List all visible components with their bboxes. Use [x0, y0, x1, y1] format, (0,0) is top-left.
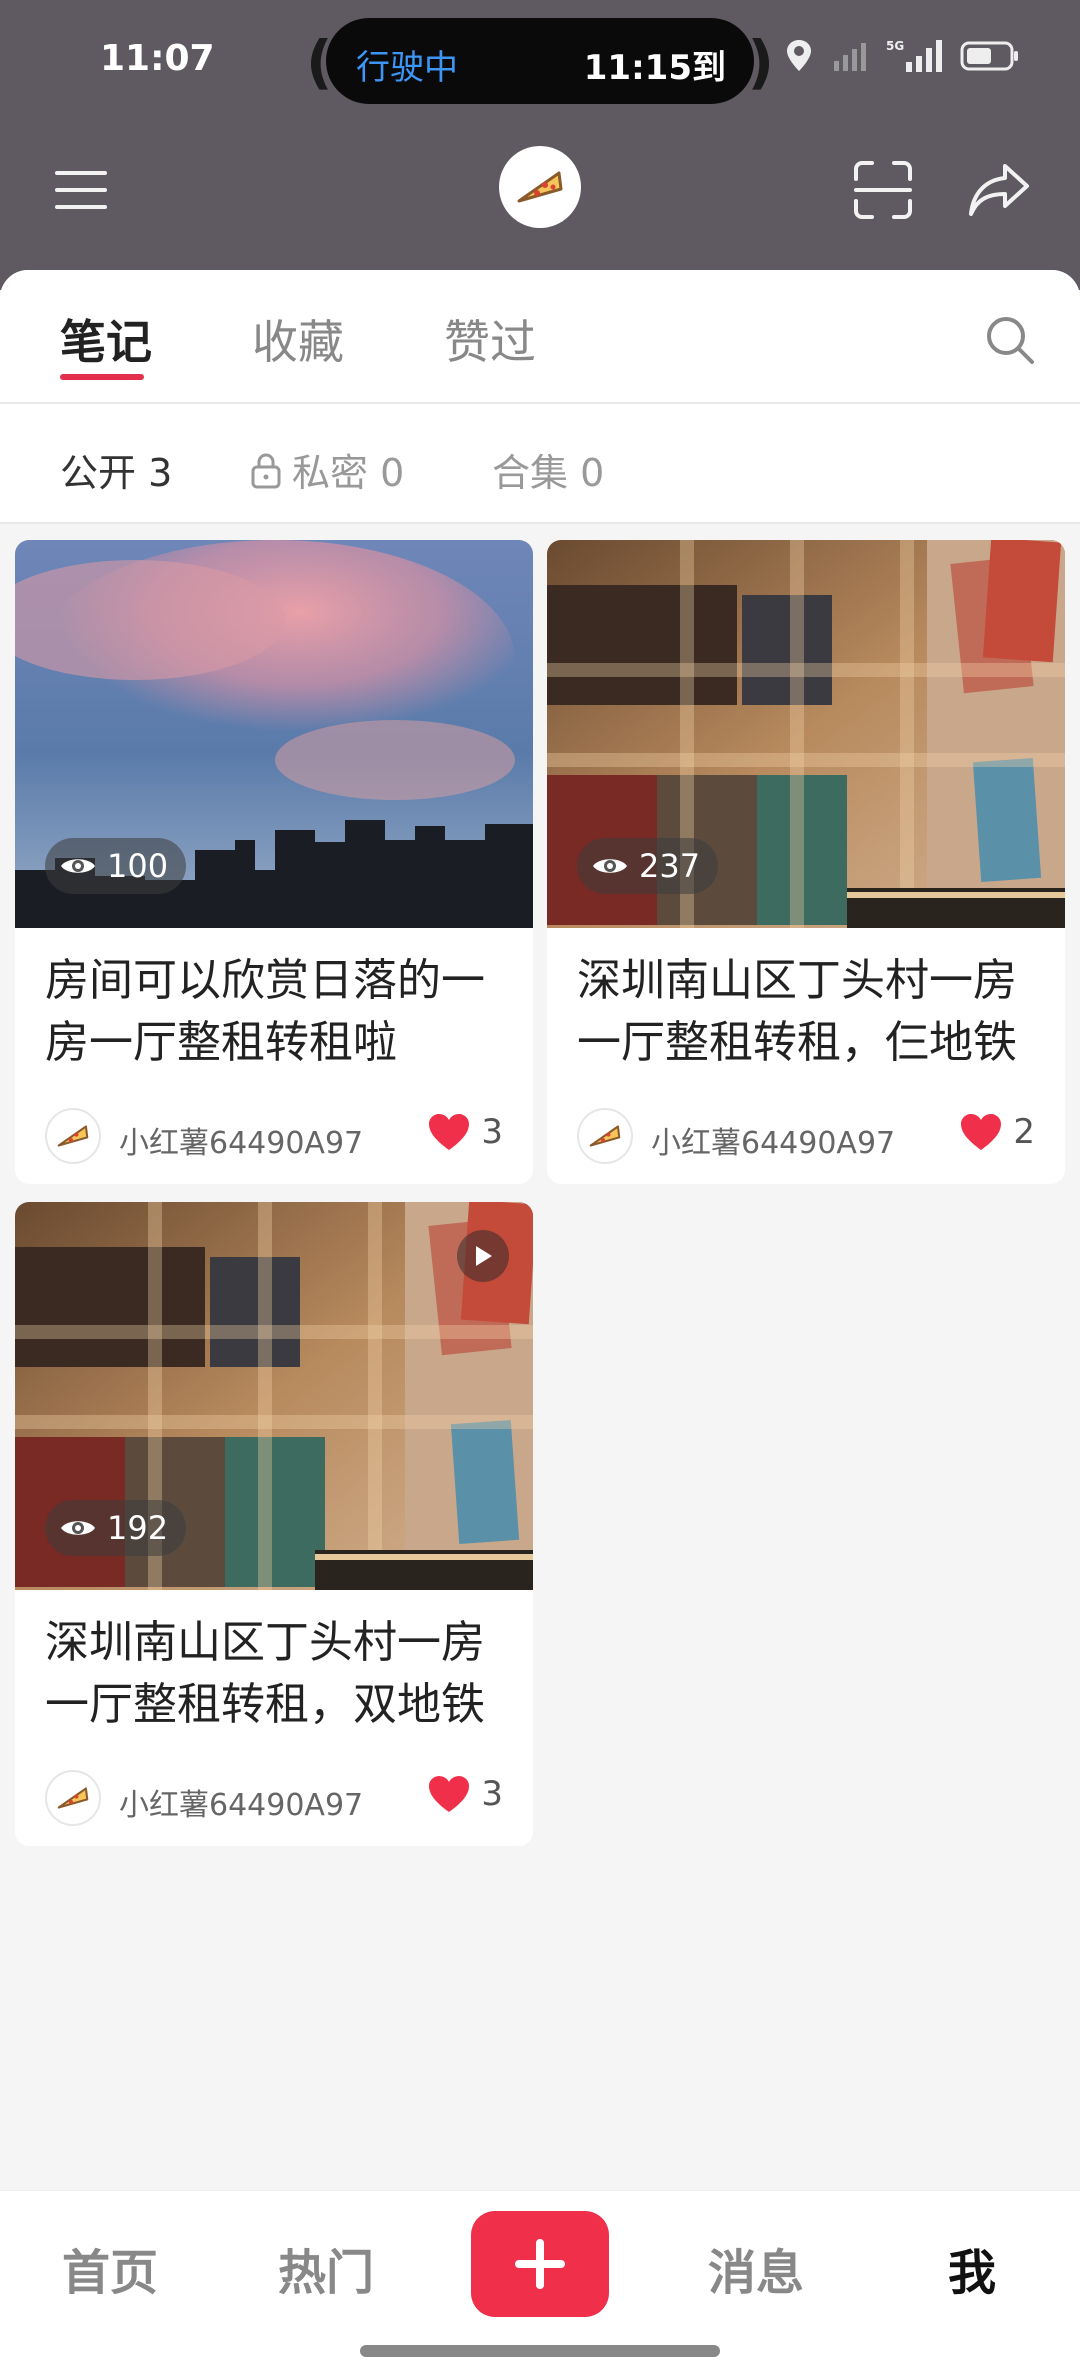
signal-5g-icon: 5G	[886, 39, 942, 72]
nav-messages[interactable]: 消息	[708, 2233, 804, 2303]
island-pill: 行驶中 11:15到	[326, 18, 754, 104]
note-title[interactable]: 房间可以欣赏日落的一房一厅整租转租啦	[15, 928, 533, 1088]
note-meta: 小红薯64490A97 3	[15, 1088, 533, 1184]
nav-me[interactable]: 我	[948, 2233, 996, 2303]
menu-button[interactable]	[36, 145, 126, 235]
note-title[interactable]: 深圳南山区丁头村一房一厅整租转租，仨地铁	[547, 928, 1065, 1088]
bottom-nav: 首页 热门 消息 我	[0, 2190, 1080, 2374]
note-cover-image: 237	[547, 540, 1065, 928]
battery-icon	[960, 41, 1018, 71]
visibility-filter: 公开 3 私密 0 合集 0	[0, 404, 1080, 524]
island-right-bracket: )	[747, 28, 774, 96]
plus-icon	[515, 2239, 565, 2289]
view-count-badge: 237	[577, 838, 719, 894]
author-avatar[interactable]	[45, 1108, 101, 1164]
status-time: 11:07	[100, 38, 215, 79]
filter-private-label: 私密 0	[292, 451, 405, 495]
create-post-button[interactable]	[471, 2211, 609, 2317]
like-count: 3	[481, 1112, 503, 1152]
pizza-slice-icon	[57, 1787, 89, 1809]
lock-icon	[251, 453, 281, 488]
tab-collections[interactable]: 收藏	[252, 306, 344, 372]
eye-icon	[61, 1521, 95, 1535]
note-meta: 小红薯64490A97 2	[547, 1088, 1065, 1184]
filter-private[interactable]: 私密 0	[250, 442, 404, 497]
author-name[interactable]: 小红薯64490A97	[119, 1780, 363, 1824]
heart-icon	[961, 1114, 1002, 1150]
profile-avatar[interactable]	[499, 146, 581, 228]
nav-status-text: 行驶中	[356, 48, 458, 88]
dynamic-island[interactable]: ( 行驶中 11:15到 )	[306, 14, 774, 108]
like-count: 2	[1013, 1112, 1035, 1152]
search-icon	[987, 317, 1034, 364]
note-title[interactable]: 深圳南山区丁头村一房一厅整租转租，双地铁	[15, 1590, 533, 1750]
system-icons: 5G	[784, 38, 1020, 74]
tab-liked[interactable]: 赞过	[444, 306, 536, 372]
pizza-slice-icon	[517, 171, 563, 203]
filter-public[interactable]: 公开 3	[60, 442, 172, 497]
tab-notes[interactable]: 笔记	[60, 306, 152, 372]
top-header: 11:07 ( 行驶中 11:15到 ) 5G	[0, 0, 1080, 290]
content-sheet: 笔记 收藏 赞过 公开 3 私密 0 合集 0 100 房间可以欣赏日落的一房一…	[0, 270, 1080, 2374]
play-icon	[476, 1246, 492, 1266]
pizza-slice-icon	[57, 1125, 89, 1147]
like-count: 3	[481, 1774, 503, 1814]
filter-public-label: 公开 3	[60, 451, 173, 495]
nav-trending[interactable]: 热门	[278, 2233, 374, 2303]
hamburger-icon	[55, 171, 107, 209]
author-avatar[interactable]	[45, 1770, 101, 1826]
scan-icon	[854, 161, 912, 219]
video-play-badge	[457, 1230, 509, 1282]
filter-collections[interactable]: 合集 0	[492, 442, 604, 497]
eye-icon	[593, 859, 627, 873]
view-count-badge: 192	[45, 1500, 187, 1556]
view-count: 100	[107, 847, 169, 885]
active-tab-indicator	[60, 374, 144, 380]
filter-collections-label: 合集 0	[492, 451, 605, 495]
svg-text:5G: 5G	[886, 39, 904, 53]
note-cover-image: 100	[15, 540, 533, 928]
note-card[interactable]: 100 房间可以欣赏日落的一房一厅整租转租啦 小红薯64490A97 3	[15, 540, 533, 1184]
pizza-slice-icon	[589, 1125, 621, 1147]
nav-home[interactable]: 首页	[62, 2233, 158, 2303]
note-cover-image: 192	[15, 1202, 533, 1590]
like-button[interactable]: 3	[427, 1774, 503, 1814]
main-tabs: 笔记 收藏 赞过	[0, 270, 1080, 404]
share-arrow-icon	[969, 164, 1029, 216]
eye-icon	[61, 859, 95, 873]
author-avatar[interactable]	[577, 1108, 633, 1164]
author-name[interactable]: 小红薯64490A97	[119, 1118, 363, 1162]
like-button[interactable]: 2	[959, 1112, 1035, 1152]
location-icon	[787, 40, 811, 71]
heart-icon	[429, 1114, 470, 1150]
view-count-badge: 100	[45, 838, 187, 894]
scan-button[interactable]	[838, 145, 928, 235]
note-card[interactable]: 192 深圳南山区丁头村一房一厅整租转租，双地铁 小红薯64490A97 3	[15, 1202, 533, 1846]
share-button[interactable]	[954, 145, 1044, 235]
note-card[interactable]: 237 深圳南山区丁头村一房一厅整租转租，仨地铁 小红薯64490A97 2	[547, 540, 1065, 1184]
heart-icon	[429, 1776, 470, 1812]
author-name[interactable]: 小红薯64490A97	[651, 1118, 895, 1162]
home-indicator[interactable]	[360, 2345, 720, 2357]
note-meta: 小红薯64490A97 3	[15, 1750, 533, 1846]
like-button[interactable]: 3	[427, 1112, 503, 1152]
view-count: 192	[107, 1509, 169, 1547]
search-button[interactable]	[970, 300, 1050, 380]
view-count: 237	[639, 847, 701, 885]
signal-sim1-icon	[834, 43, 866, 71]
eta-text: 11:15到	[583, 48, 726, 88]
